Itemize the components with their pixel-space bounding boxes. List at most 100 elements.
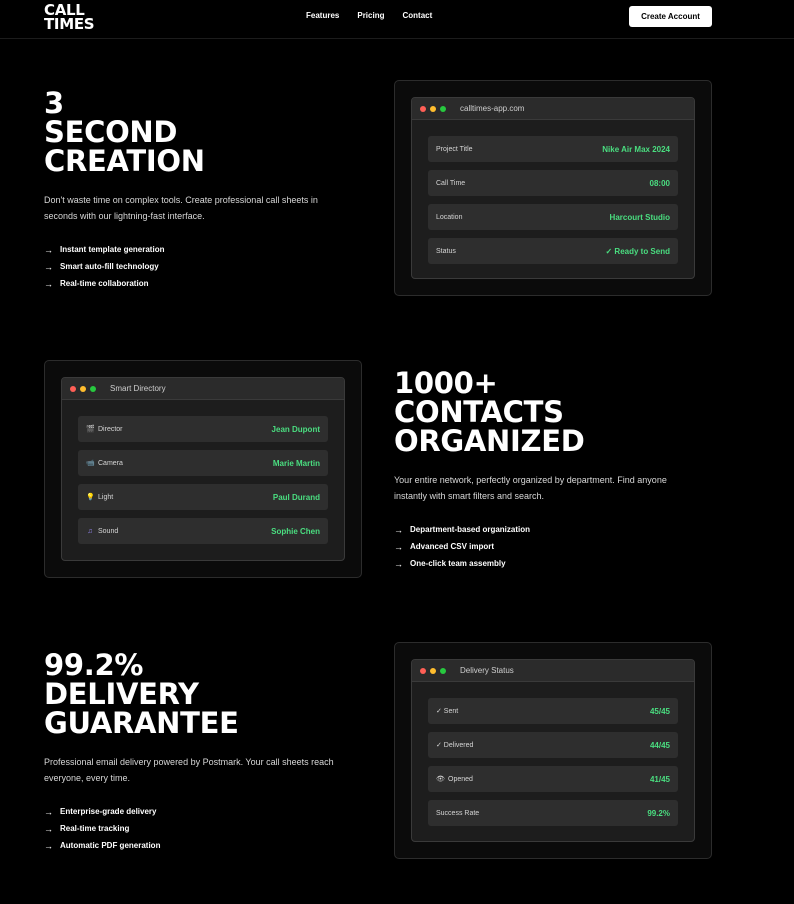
app-window: Smart Directory 🎬 Director Jean Dupont 📹 Ca…: [61, 377, 345, 561]
department-label: 📹 Camera: [86, 459, 123, 468]
stat-row: ✓ Sent 45/45: [428, 698, 678, 724]
nav-contact-link[interactable]: Contact: [402, 11, 432, 20]
window-title: calltimes-app.com: [460, 104, 525, 113]
bullet-item: → Automatic PDF generation: [44, 837, 344, 854]
minimize-dot-icon: [80, 385, 86, 392]
close-dot-icon: [420, 105, 426, 112]
arrow-right-icon: →: [44, 278, 53, 289]
field-label: Project Title: [436, 145, 473, 153]
field-list: Project Title Nike Air Max 2024 Call Time…: [412, 120, 694, 264]
site-header: CALL TIMES Features Pricing Contact Crea…: [0, 0, 794, 39]
stat-row: ✓ Delivered 44/45: [428, 732, 678, 758]
bullet-item: → Instant template generation: [44, 241, 344, 258]
contact-name: Jean Dupont: [271, 424, 320, 434]
lightbulb-icon: 💡: [86, 494, 95, 501]
arrow-right-icon: →: [394, 524, 403, 535]
window-titlebar: calltimes-app.com: [412, 98, 694, 120]
bullet-item: → Smart auto-fill technology: [44, 258, 344, 275]
bullet-item: → One-click team assembly: [394, 555, 694, 572]
heading-line: DELIVERY: [44, 677, 199, 711]
nav-pricing-link[interactable]: Pricing: [357, 11, 384, 20]
bullet-text: Enterprise-grade delivery: [60, 807, 157, 816]
preview-card-callsheet: calltimes-app.com Project Title Nike Air …: [394, 80, 712, 296]
clapperboard-icon: 🎬: [86, 426, 95, 433]
stat-value: 44/45: [649, 740, 670, 750]
feature-heading: 1000+ CONTACTS ORGANIZED: [394, 369, 694, 456]
bullet-text: One-click team assembly: [410, 559, 506, 568]
contact-name: Sophie Chen: [271, 526, 320, 536]
logo-line-2: TIMES: [44, 15, 95, 33]
feature-delivery: 99.2% DELIVERY GUARANTEE Professional em…: [44, 651, 344, 854]
arrow-right-icon: →: [44, 806, 53, 817]
main-nav: Features Pricing Contact: [306, 11, 450, 20]
contact-row: 🎬 Director Jean Dupont: [78, 416, 328, 442]
feature-description: Don't waste time on complex tools. Creat…: [44, 195, 318, 221]
department-name: Sound: [98, 527, 119, 535]
feature-bullet-list: → Enterprise-grade delivery → Real-time tr…: [44, 803, 344, 854]
heading-line: GUARANTEE: [44, 706, 239, 740]
field-row: Project Title Nike Air Max 2024: [428, 136, 678, 162]
arrow-right-icon: →: [44, 261, 53, 272]
contact-list: 🎬 Director Jean Dupont 📹 Camera Marie Martin…: [62, 400, 344, 544]
feature-contacts: 1000+ CONTACTS ORGANIZED Your entire net…: [394, 369, 694, 572]
feature-speed: 3 SECOND CREATION Don't waste time on co…: [44, 89, 344, 292]
bullet-text: Real-time collaboration: [60, 279, 149, 288]
field-label: Location: [436, 213, 463, 221]
feature-bullet-list: → Instant template generation → Smart auto…: [44, 241, 344, 292]
close-dot-icon: [70, 385, 76, 392]
stat-label: ✓ Sent: [436, 708, 459, 715]
stat-row: 👁 Opened 41/45: [428, 766, 678, 792]
maximize-dot-icon: [90, 385, 96, 392]
stat-value: 45/45: [649, 706, 670, 716]
bullet-text: Automatic PDF generation: [60, 841, 161, 850]
department-name: Director: [98, 425, 123, 433]
contact-name: Paul Durand: [272, 492, 320, 502]
stat-label-text: Opened: [448, 775, 473, 783]
heading-line: CONTACTS: [394, 395, 564, 429]
arrow-right-icon: →: [44, 823, 53, 834]
heading-line: CREATION: [44, 144, 205, 178]
field-value: 08:00: [649, 178, 670, 188]
bullet-item: → Enterprise-grade delivery: [44, 803, 344, 820]
app-window: Delivery Status ✓ Sent 45/45 ✓ Delivered 4…: [411, 659, 695, 842]
nav-features-link[interactable]: Features: [306, 11, 339, 20]
create-account-button[interactable]: Create Account: [629, 6, 712, 27]
bullet-item: → Real-time collaboration: [44, 275, 344, 292]
bullet-item: → Advanced CSV import: [394, 538, 694, 555]
arrow-right-icon: →: [44, 244, 53, 255]
window-title: Smart Directory: [110, 384, 166, 393]
brand-logo[interactable]: CALL TIMES: [44, 3, 95, 33]
preview-card-directory: Smart Directory 🎬 Director Jean Dupont 📹 Ca…: [44, 360, 362, 578]
maximize-dot-icon: [440, 105, 446, 112]
field-row: Call Time 08:00: [428, 170, 678, 196]
field-value: Nike Air Max 2024: [602, 144, 670, 154]
success-rate-value: 99.2%: [647, 808, 670, 818]
music-note-icon: ♫: [87, 527, 93, 535]
bullet-item: → Department-based organization: [394, 521, 694, 538]
arrow-right-icon: →: [394, 558, 403, 569]
heading-line: SECOND: [44, 115, 178, 149]
arrow-right-icon: →: [44, 840, 53, 851]
window-title: Delivery Status: [460, 666, 514, 675]
field-label: Status: [436, 247, 456, 255]
bullet-text: Smart auto-fill technology: [60, 262, 159, 271]
stat-row: Success Rate 99.2%: [428, 800, 678, 826]
contact-row: 📹 Camera Marie Martin: [78, 450, 328, 476]
field-row: Status ✓ Ready to Send: [428, 238, 678, 264]
feature-heading: 99.2% DELIVERY GUARANTEE: [44, 651, 344, 738]
department-label: 🎬 Director: [86, 425, 123, 434]
contact-row: 💡 Light Paul Durand: [78, 484, 328, 510]
field-value: Harcourt Studio: [609, 212, 670, 222]
status-value: ✓ Ready to Send: [605, 246, 671, 256]
contact-name: Marie Martin: [272, 458, 320, 468]
window-titlebar: Smart Directory: [62, 378, 344, 400]
field-label: Call Time: [436, 179, 466, 187]
delivery-stats-list: ✓ Sent 45/45 ✓ Delivered 44/45 👁 Opened 41/4…: [412, 682, 694, 826]
heading-line: 3: [44, 86, 64, 120]
feature-bullet-list: → Department-based organization → Advanced…: [394, 521, 694, 572]
stat-label: Success Rate: [436, 809, 480, 817]
department-name: Light: [98, 493, 114, 501]
department-name: Camera: [98, 459, 123, 467]
stat-label: 👁 Opened: [436, 775, 473, 784]
app-window: calltimes-app.com Project Title Nike Air …: [411, 97, 695, 279]
